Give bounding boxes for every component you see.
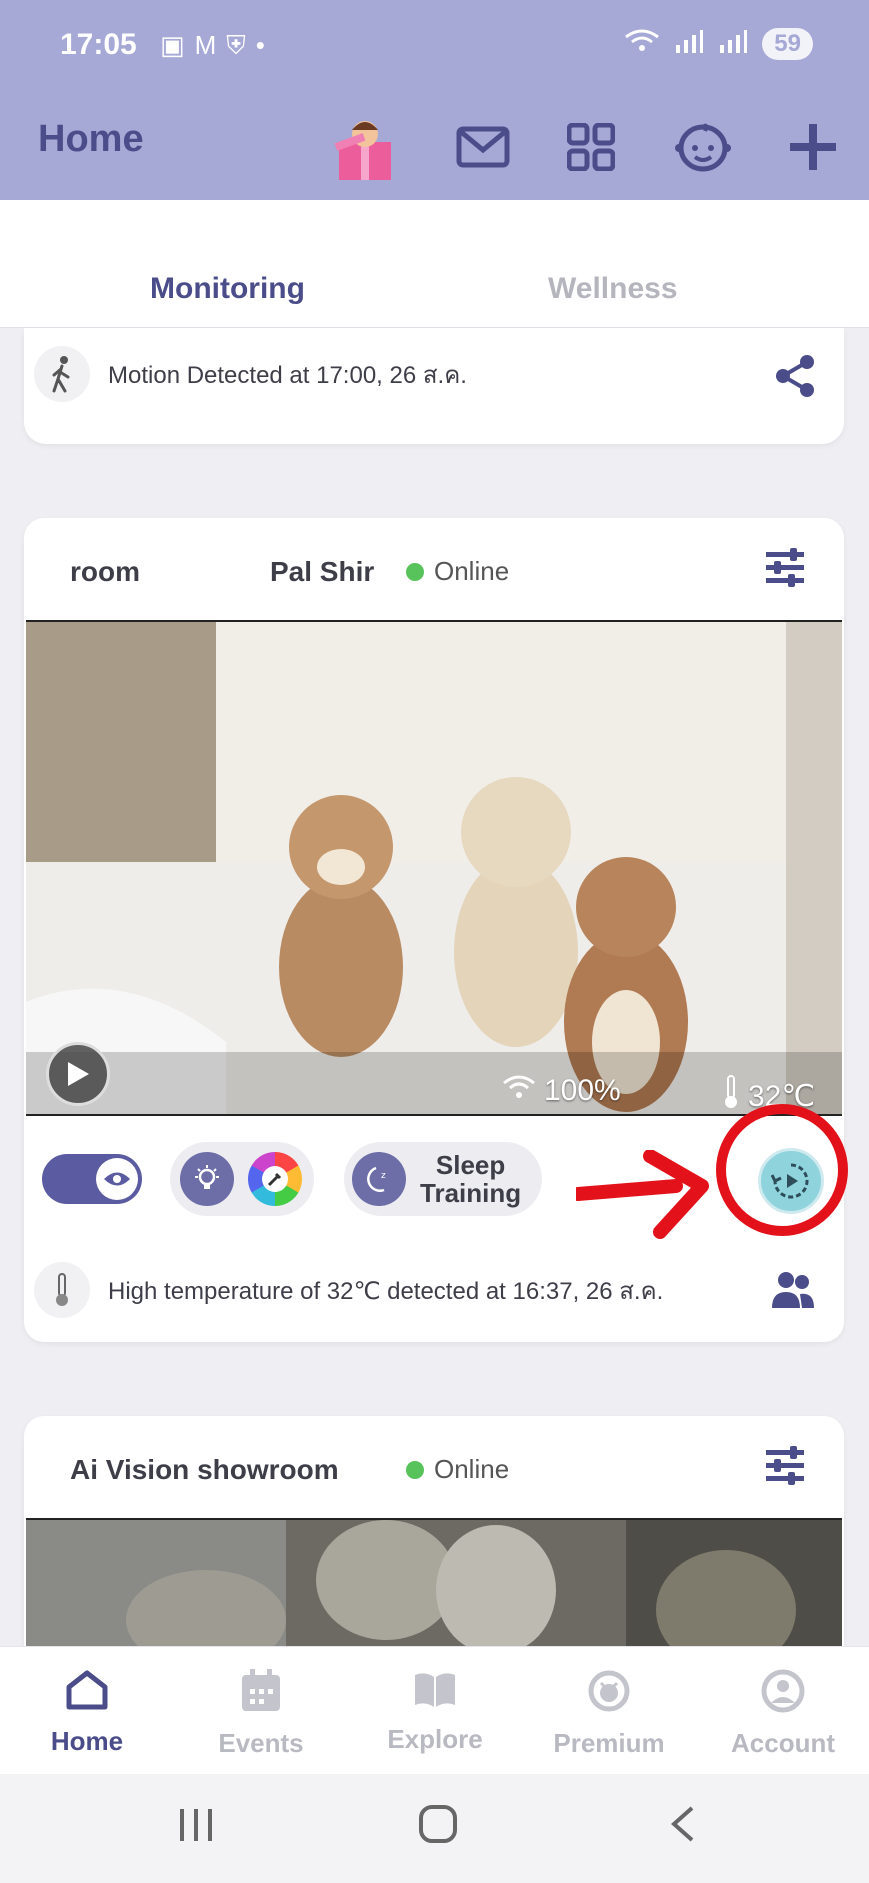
shield-icon: ⛨ <box>226 30 246 60</box>
bottom-nav: Home Events Explore Premium Account <box>0 1646 869 1774</box>
online-dot-icon <box>406 1460 424 1479</box>
nav-home-label: Home <box>50 1726 124 1756</box>
nav-account[interactable]: Account <box>696 1647 869 1775</box>
camera-header-2: Ai Vision showroom Online <box>24 1416 844 1518</box>
online-dot-icon <box>406 562 424 581</box>
motion-alert-row[interactable]: Motion Detected at 17:00, 26 ส.ค. <box>34 344 834 404</box>
play-recording-button[interactable] <box>46 1042 110 1106</box>
sleep-training-button[interactable]: z Sleep Training <box>344 1142 542 1216</box>
screenshot-icon: ▣ <box>160 30 185 60</box>
status-bar: 17:05 ▣ M ⛨ • 59 <box>0 0 869 96</box>
camera-card-2: Ai Vision showroom Online <box>24 1416 844 1676</box>
app-bar: Home <box>0 96 869 200</box>
mail-icon: M <box>194 30 217 60</box>
mail-icon[interactable] <box>450 114 516 180</box>
night-light-icon[interactable] <box>180 1152 234 1206</box>
sleep-training-line2: Training <box>420 1178 522 1208</box>
camera-status-2: Online <box>406 1454 509 1485</box>
calendar-icon <box>240 1669 282 1718</box>
sleep-training-line1: Sleep <box>435 1150 506 1180</box>
recent-apps-icon[interactable] <box>176 1804 216 1854</box>
camera-status: Online <box>406 556 509 587</box>
camera-feed[interactable]: 100% 32℃ <box>26 620 842 1116</box>
camera-status-label: Online <box>434 556 510 586</box>
system-nav-bar <box>0 1774 869 1883</box>
annotation-arrow <box>571 1149 710 1251</box>
home-icon <box>65 1669 109 1716</box>
dot-icon: • <box>255 30 265 60</box>
svg-text:z: z <box>381 1171 386 1181</box>
light-controls <box>170 1142 314 1216</box>
nav-explore-label: Explore <box>387 1724 483 1754</box>
nav-home[interactable]: Home <box>0 1647 174 1775</box>
annotation-circle <box>716 1104 848 1236</box>
sliders-settings-icon[interactable] <box>766 1446 804 1491</box>
temperature-alert-text: High temperature of 32℃ detected at 16:3… <box>108 1277 664 1305</box>
sleep-training-label: Sleep Training <box>420 1151 521 1207</box>
signal-icon <box>674 29 704 60</box>
home-system-icon[interactable] <box>418 1804 458 1855</box>
motion-alert-text: Motion Detected at 17:00, 26 ส.ค. <box>108 361 467 389</box>
motion-alert-card: Motion Detected at 17:00, 26 ส.ค. <box>24 328 844 444</box>
signal-icon-2 <box>718 29 748 60</box>
sliders-settings-icon[interactable] <box>766 548 804 593</box>
camera-status-label-2: Online <box>434 1454 510 1484</box>
walking-person-icon <box>34 346 90 402</box>
crib-scene-image <box>26 622 842 1114</box>
grid-icon[interactable] <box>558 114 624 180</box>
nav-premium[interactable]: Premium <box>522 1647 696 1775</box>
premium-badge-icon <box>587 1669 631 1718</box>
back-icon[interactable] <box>668 1804 698 1855</box>
page-title: Home <box>38 118 144 160</box>
tab-monitoring[interactable]: Monitoring <box>150 272 305 306</box>
share-icon[interactable] <box>774 354 816 403</box>
nav-events[interactable]: Events <box>174 1647 348 1775</box>
moon-sleep-icon: z <box>352 1152 406 1206</box>
nav-premium-label: Premium <box>553 1728 665 1758</box>
camera-name-scrolling[interactable]: room <box>70 556 140 588</box>
add-icon[interactable] <box>780 114 846 180</box>
tab-wellness[interactable]: Wellness <box>548 272 678 306</box>
nav-explore[interactable]: Explore <box>348 1647 522 1775</box>
account-icon <box>761 1669 805 1718</box>
camera-header: room Pal Shir Online <box>24 518 844 620</box>
tab-bar: Monitoring Wellness <box>0 200 869 328</box>
camera-name[interactable]: Pal Shir <box>270 556 374 588</box>
gift-icon[interactable] <box>332 114 398 180</box>
color-picker-icon[interactable] <box>248 1152 302 1206</box>
battery-indicator: 59 <box>762 28 813 60</box>
nav-account-label: Account <box>731 1728 835 1758</box>
status-time: 17:05 <box>60 28 137 61</box>
wifi-strength-value: 100% <box>544 1074 621 1107</box>
camera-card: room Pal Shir Online 100% 32℃ z Sleep Tr… <box>24 518 844 1342</box>
temperature-alert-row[interactable]: High temperature of 32℃ detected at 16:3… <box>34 1260 834 1320</box>
thermometer-icon <box>34 1262 90 1318</box>
people-share-icon[interactable] <box>770 1270 816 1315</box>
wifi-strength: 100% <box>502 1074 621 1108</box>
privacy-toggle[interactable] <box>42 1154 142 1204</box>
status-notification-icons: ▣ M ⛨ • <box>160 30 265 62</box>
wifi-icon <box>624 29 660 60</box>
book-icon <box>413 1669 457 1714</box>
baby-face-icon[interactable] <box>670 114 736 180</box>
nav-events-label: Events <box>218 1728 304 1758</box>
thermometer-icon <box>722 1074 740 1114</box>
wifi-icon <box>502 1074 536 1108</box>
camera-name-2[interactable]: Ai Vision showroom <box>70 1454 339 1486</box>
eye-icon <box>96 1158 138 1200</box>
